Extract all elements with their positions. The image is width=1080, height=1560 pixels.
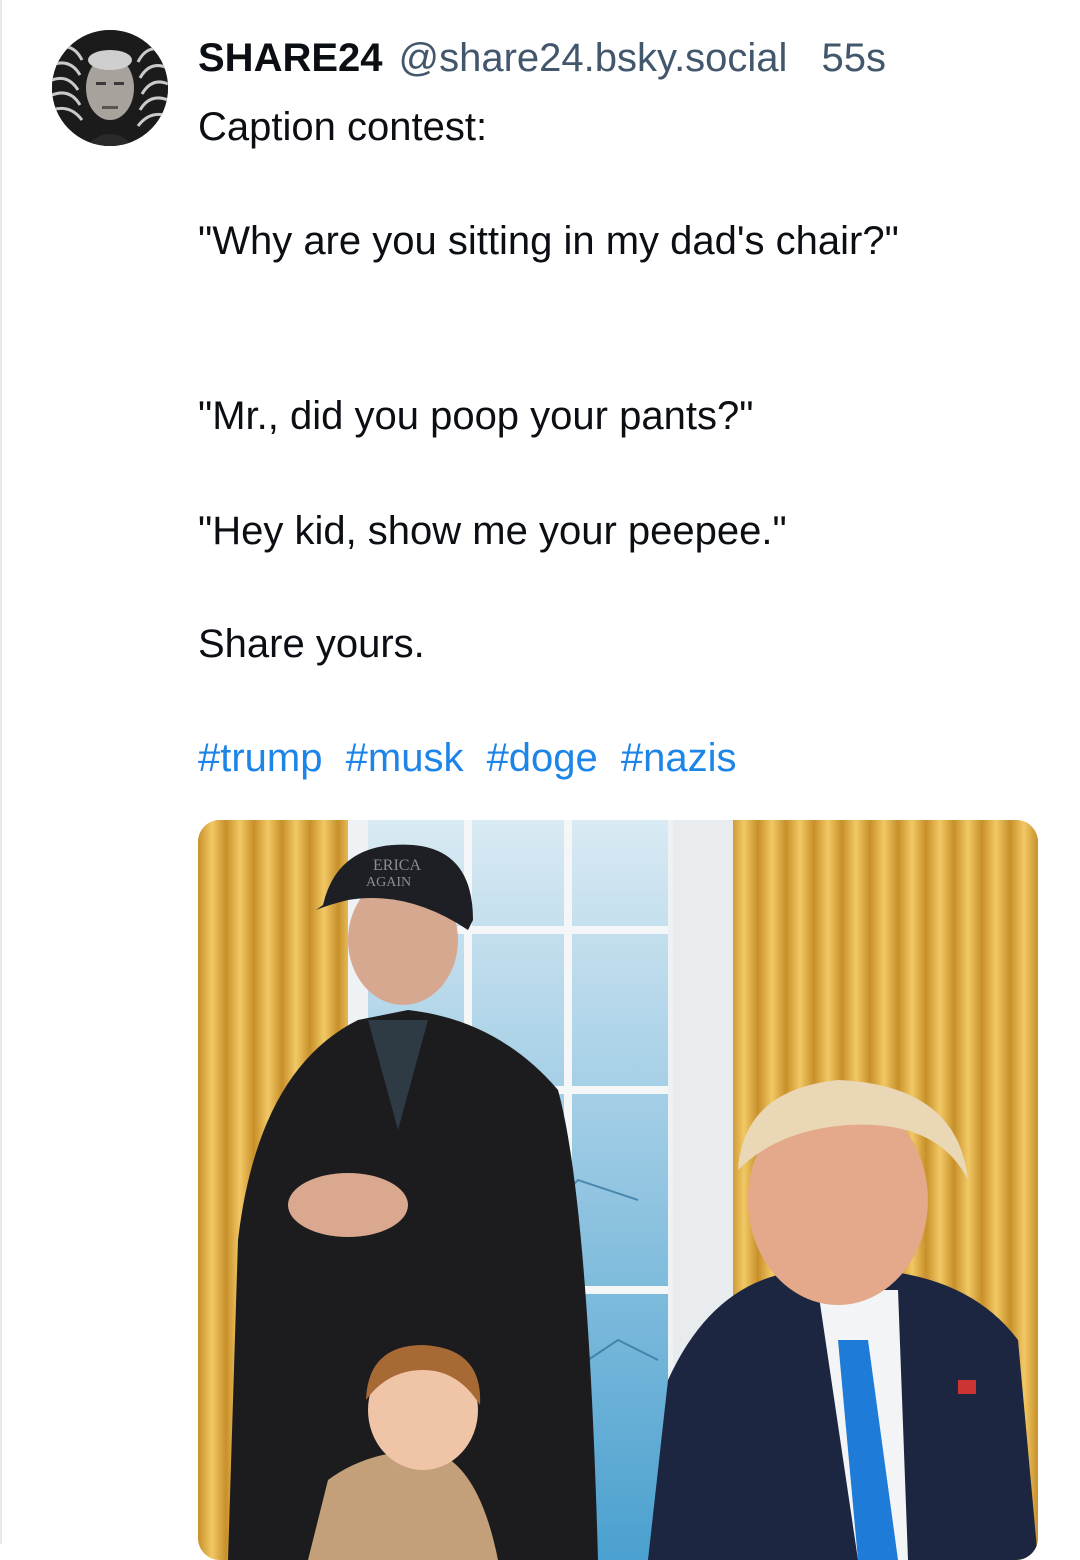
cap-text-line1: ERICA	[373, 857, 421, 874]
post-text-line: "Hey kid, show me your peepee."	[198, 509, 787, 553]
hashtag-link[interactable]: #doge	[487, 736, 598, 780]
post-text-line: "Mr., did you poop your pants?"	[198, 394, 754, 438]
author-handle[interactable]: @share24.bsky.social	[399, 36, 788, 81]
hashtag-list: #trump #musk #doge #nazis	[198, 731, 749, 785]
hashtag-link[interactable]: #trump	[198, 736, 323, 780]
post[interactable]: SHARE24 @share24.bsky.social 55s Caption…	[0, 0, 1080, 1560]
post-header: SHARE24 @share24.bsky.social 55s	[198, 36, 1058, 88]
hashtag-link[interactable]: #musk	[346, 736, 464, 780]
author-display-name[interactable]: SHARE24	[198, 36, 383, 81]
post-text-line: Share yours.	[198, 622, 425, 666]
cap-text-line2: AGAIN	[366, 875, 411, 890]
post-image[interactable]: ERICA AGAIN	[198, 820, 1038, 1560]
post-text-line: "Why are you sitting in my dad's chair?"	[198, 219, 899, 263]
post-timestamp[interactable]: 55s	[821, 36, 886, 81]
author-avatar[interactable]	[52, 30, 168, 146]
post-text-line: Caption contest:	[198, 105, 488, 149]
hashtag-link[interactable]: #nazis	[621, 736, 737, 780]
